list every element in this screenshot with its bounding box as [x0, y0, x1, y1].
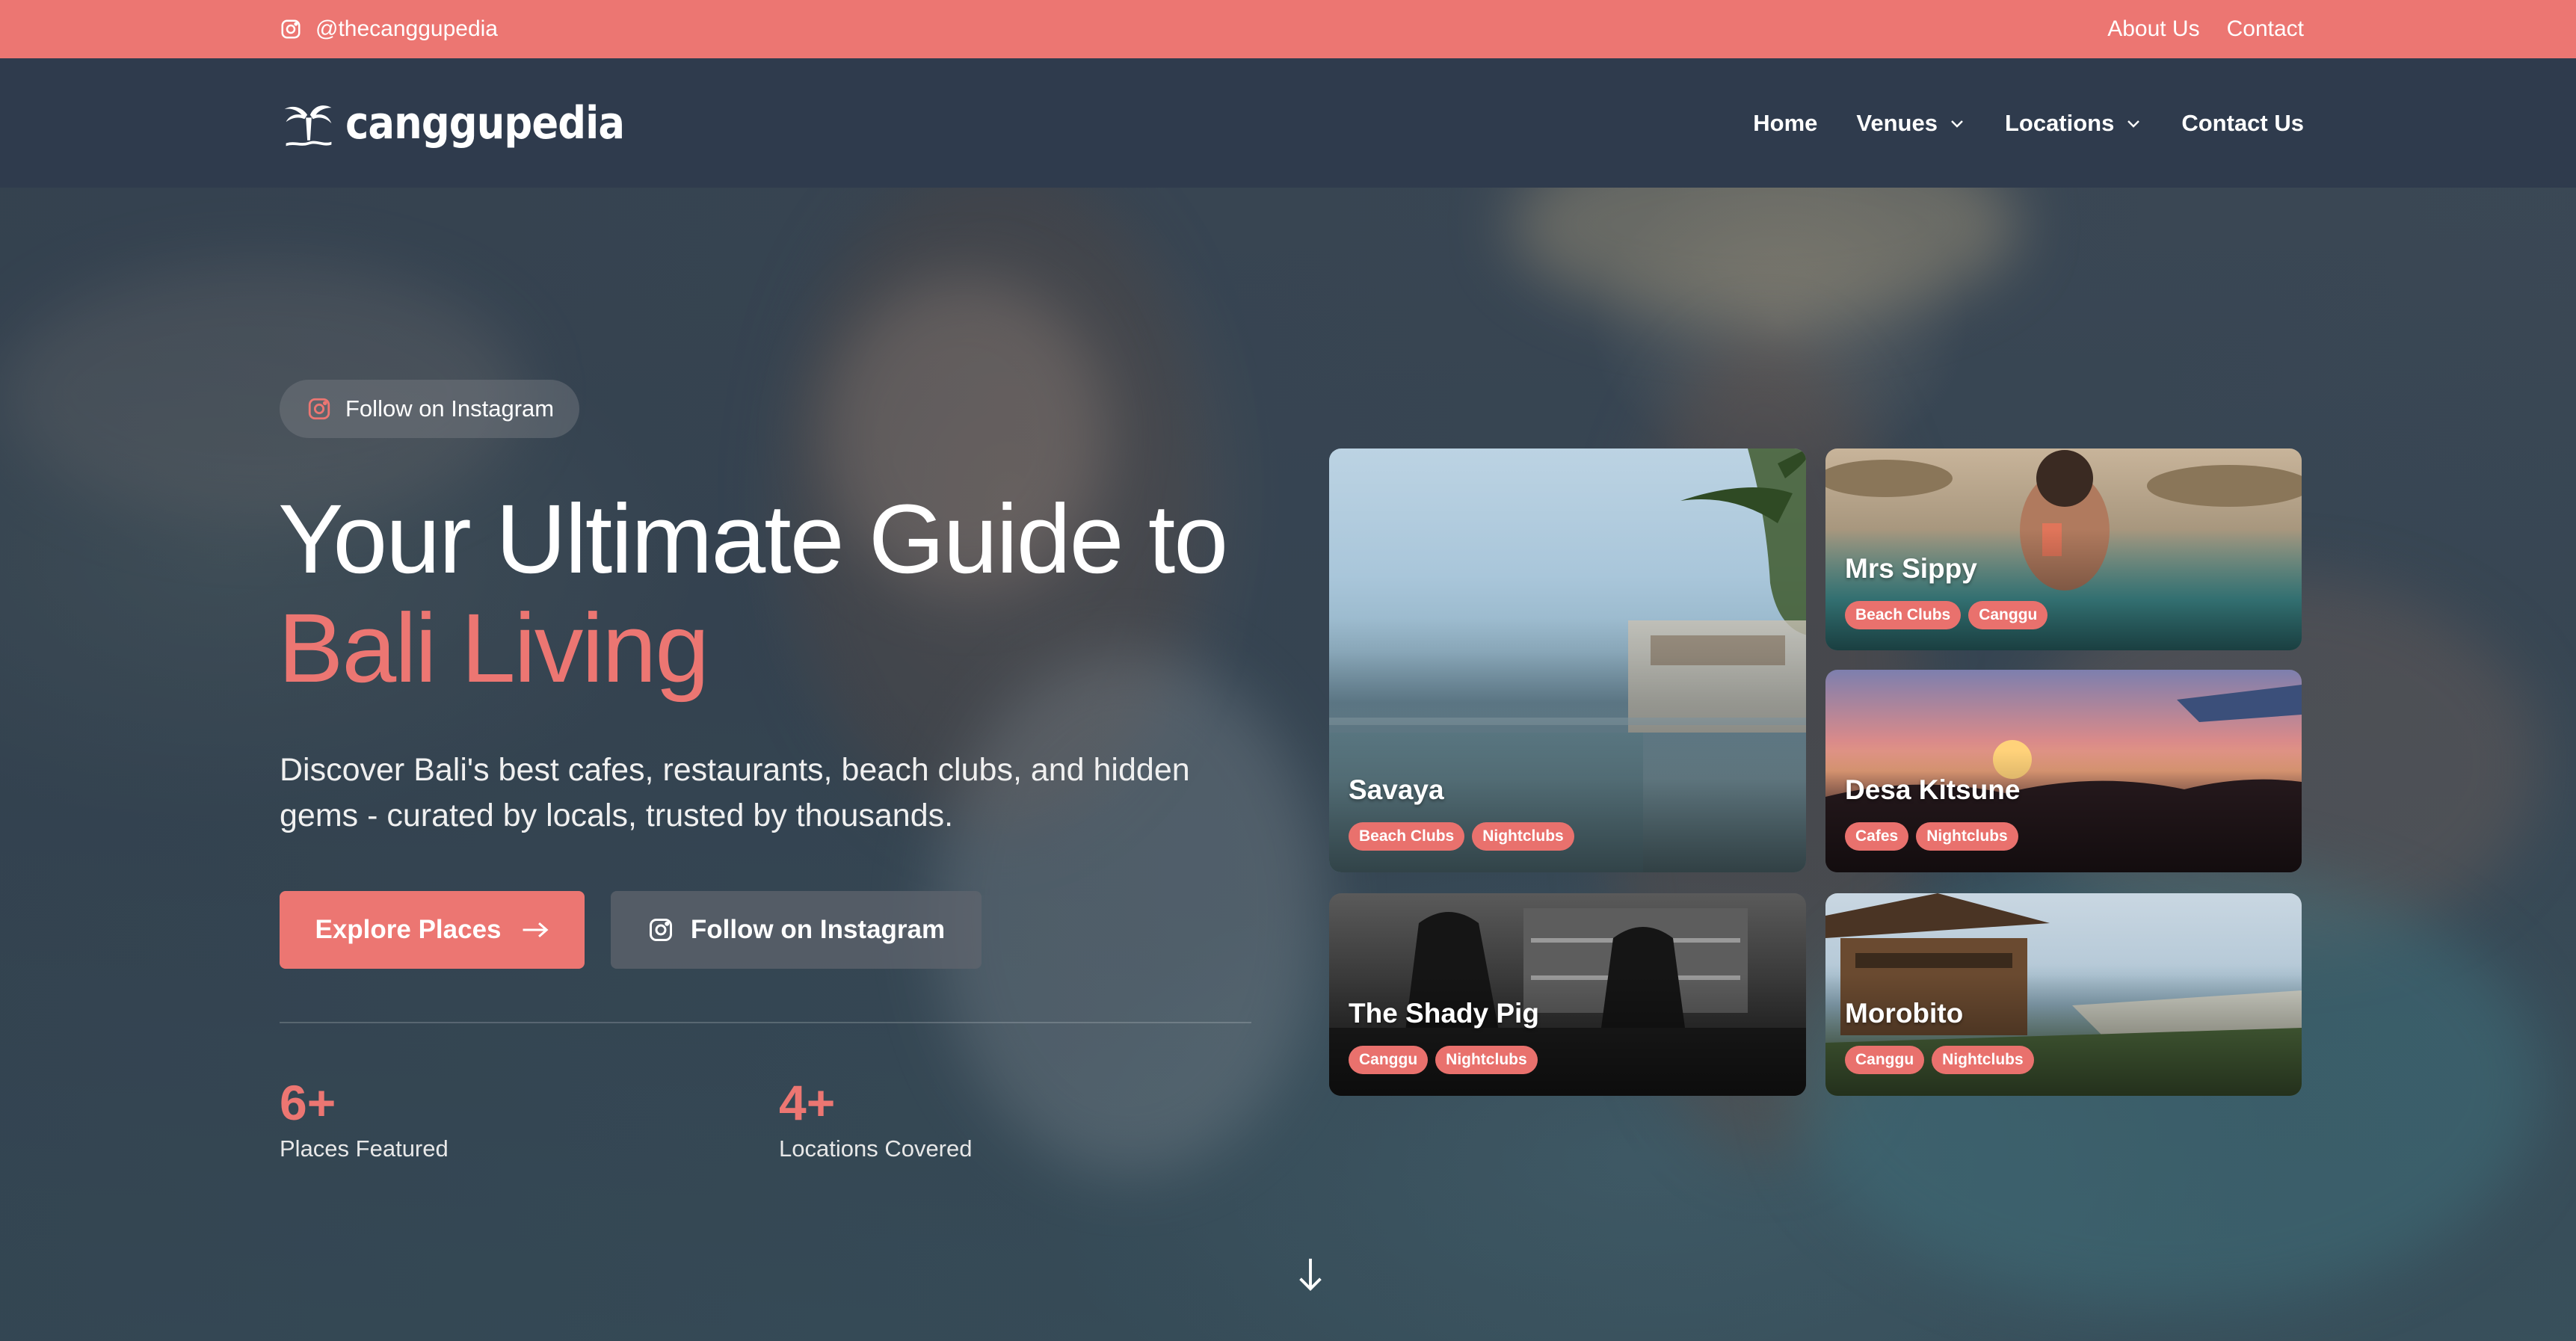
nav-item-home[interactable]: Home: [1753, 110, 1817, 137]
stat-locations: 4+ Locations Covered: [779, 1073, 973, 1162]
tag-badge[interactable]: Nightclubs: [1932, 1046, 2034, 1074]
tag-badge[interactable]: Nightclubs: [1472, 822, 1574, 851]
nav-item-venues[interactable]: Venues: [1856, 110, 1966, 137]
stat-label: Places Featured: [280, 1135, 449, 1162]
top-bar: @thecanggupedia About Us Contact: [0, 0, 2576, 58]
nav-item-label: Locations: [2004, 109, 2115, 136]
chevron-down-icon: [1951, 120, 1963, 128]
venue-tags: Beach Clubs Nightclubs: [1349, 822, 1574, 851]
stat-label: Locations Covered: [779, 1135, 973, 1162]
stat-value: 6+: [280, 1075, 336, 1130]
follow-instagram-button[interactable]: Follow on Instagram: [611, 891, 982, 969]
explore-places-button[interactable]: Explore Places: [280, 891, 585, 969]
stat-places: 6+ Places Featured: [280, 1073, 449, 1162]
venue-title: Mrs Sippy: [1845, 553, 1977, 584]
follow-instagram-pill[interactable]: Follow on Instagram: [280, 380, 580, 438]
tag-badge[interactable]: Cafes: [1845, 822, 1909, 851]
instagram-icon: [281, 19, 301, 39]
venue-tags: Canggu Nightclubs: [1349, 1046, 1538, 1074]
venue-tags: Beach Clubs Canggu: [1845, 601, 2048, 629]
stat-value: 4+: [779, 1075, 836, 1130]
nav-item-contact-us[interactable]: Contact Us: [2181, 110, 2304, 137]
venue-tags: Canggu Nightclubs: [1845, 1046, 2034, 1074]
hero-heading-accent: Bali Living: [278, 593, 709, 703]
scroll-down-arrow-icon[interactable]: [1295, 1256, 1325, 1293]
instagram-handle-text: @thecanggupedia: [315, 16, 498, 41]
tag-badge[interactable]: Nightclubs: [1916, 822, 2018, 851]
pill-label: Follow on Instagram: [345, 395, 555, 422]
hero-heading: Your Ultimate Guide to Bali Living: [278, 484, 1228, 703]
hero-subtitle: Discover Bali's best cafes, restaurants,…: [280, 752, 1190, 833]
follow-instagram-label: Follow on Instagram: [690, 915, 946, 944]
venue-title: Morobito: [1845, 998, 1964, 1029]
palm-tree-icon: [284, 105, 332, 146]
venue-card-savaya[interactable]: Savaya Beach Clubs Nightclubs: [1329, 448, 1806, 872]
main-nav: canggupedia Home Venues Locations Contac…: [0, 58, 2576, 188]
venue-card-the-shady-pig[interactable]: The Shady Pig Canggu Nightclubs: [1329, 893, 1806, 1096]
venue-card-desa-kitsune[interactable]: Desa Kitsune Cafes Nightclubs: [1825, 670, 2302, 872]
chevron-down-icon: [2127, 120, 2140, 128]
venue-title: Desa Kitsune: [1845, 774, 2021, 805]
hero-heading-line1: Your Ultimate Guide to: [278, 484, 1228, 594]
venue-title: The Shady Pig: [1349, 998, 1539, 1029]
tag-badge[interactable]: Canggu: [1349, 1046, 1429, 1074]
stats-divider: [280, 1022, 1251, 1023]
venue-tags: Cafes Nightclubs: [1845, 822, 2018, 851]
contact-link[interactable]: Contact: [2227, 16, 2304, 42]
instagram-icon: [308, 398, 330, 420]
venue-card-mrs-sippy[interactable]: Mrs Sippy Beach Clubs Canggu: [1825, 448, 2302, 650]
tag-badge[interactable]: Beach Clubs: [1845, 601, 1962, 629]
arrow-right-icon: [523, 922, 549, 938]
top-links: About Us Contact: [2107, 16, 2304, 42]
tag-badge[interactable]: Canggu: [1968, 601, 2048, 629]
nav-item-label: Home: [1753, 109, 1818, 136]
nav-item-locations[interactable]: Locations: [2005, 110, 2142, 137]
about-us-link[interactable]: About Us: [2107, 16, 2199, 42]
tag-badge[interactable]: Beach Clubs: [1349, 822, 1465, 851]
logo-text: canggupedia: [345, 96, 625, 149]
nav-item-label: Contact Us: [2181, 109, 2304, 136]
instagram-icon: [649, 919, 672, 941]
nav-menu: Home Venues Locations Contact Us: [1753, 110, 2304, 137]
explore-places-label: Explore Places: [315, 915, 502, 944]
instagram-handle-link[interactable]: @thecanggupedia: [280, 16, 498, 42]
tag-badge[interactable]: Canggu: [1845, 1046, 1925, 1074]
venue-card-morobito[interactable]: Morobito Canggu Nightclubs: [1825, 893, 2302, 1096]
logo[interactable]: canggupedia: [280, 95, 662, 152]
venue-title: Savaya: [1349, 774, 1444, 805]
tag-badge[interactable]: Nightclubs: [1435, 1046, 1538, 1074]
nav-item-label: Venues: [1856, 109, 1938, 136]
